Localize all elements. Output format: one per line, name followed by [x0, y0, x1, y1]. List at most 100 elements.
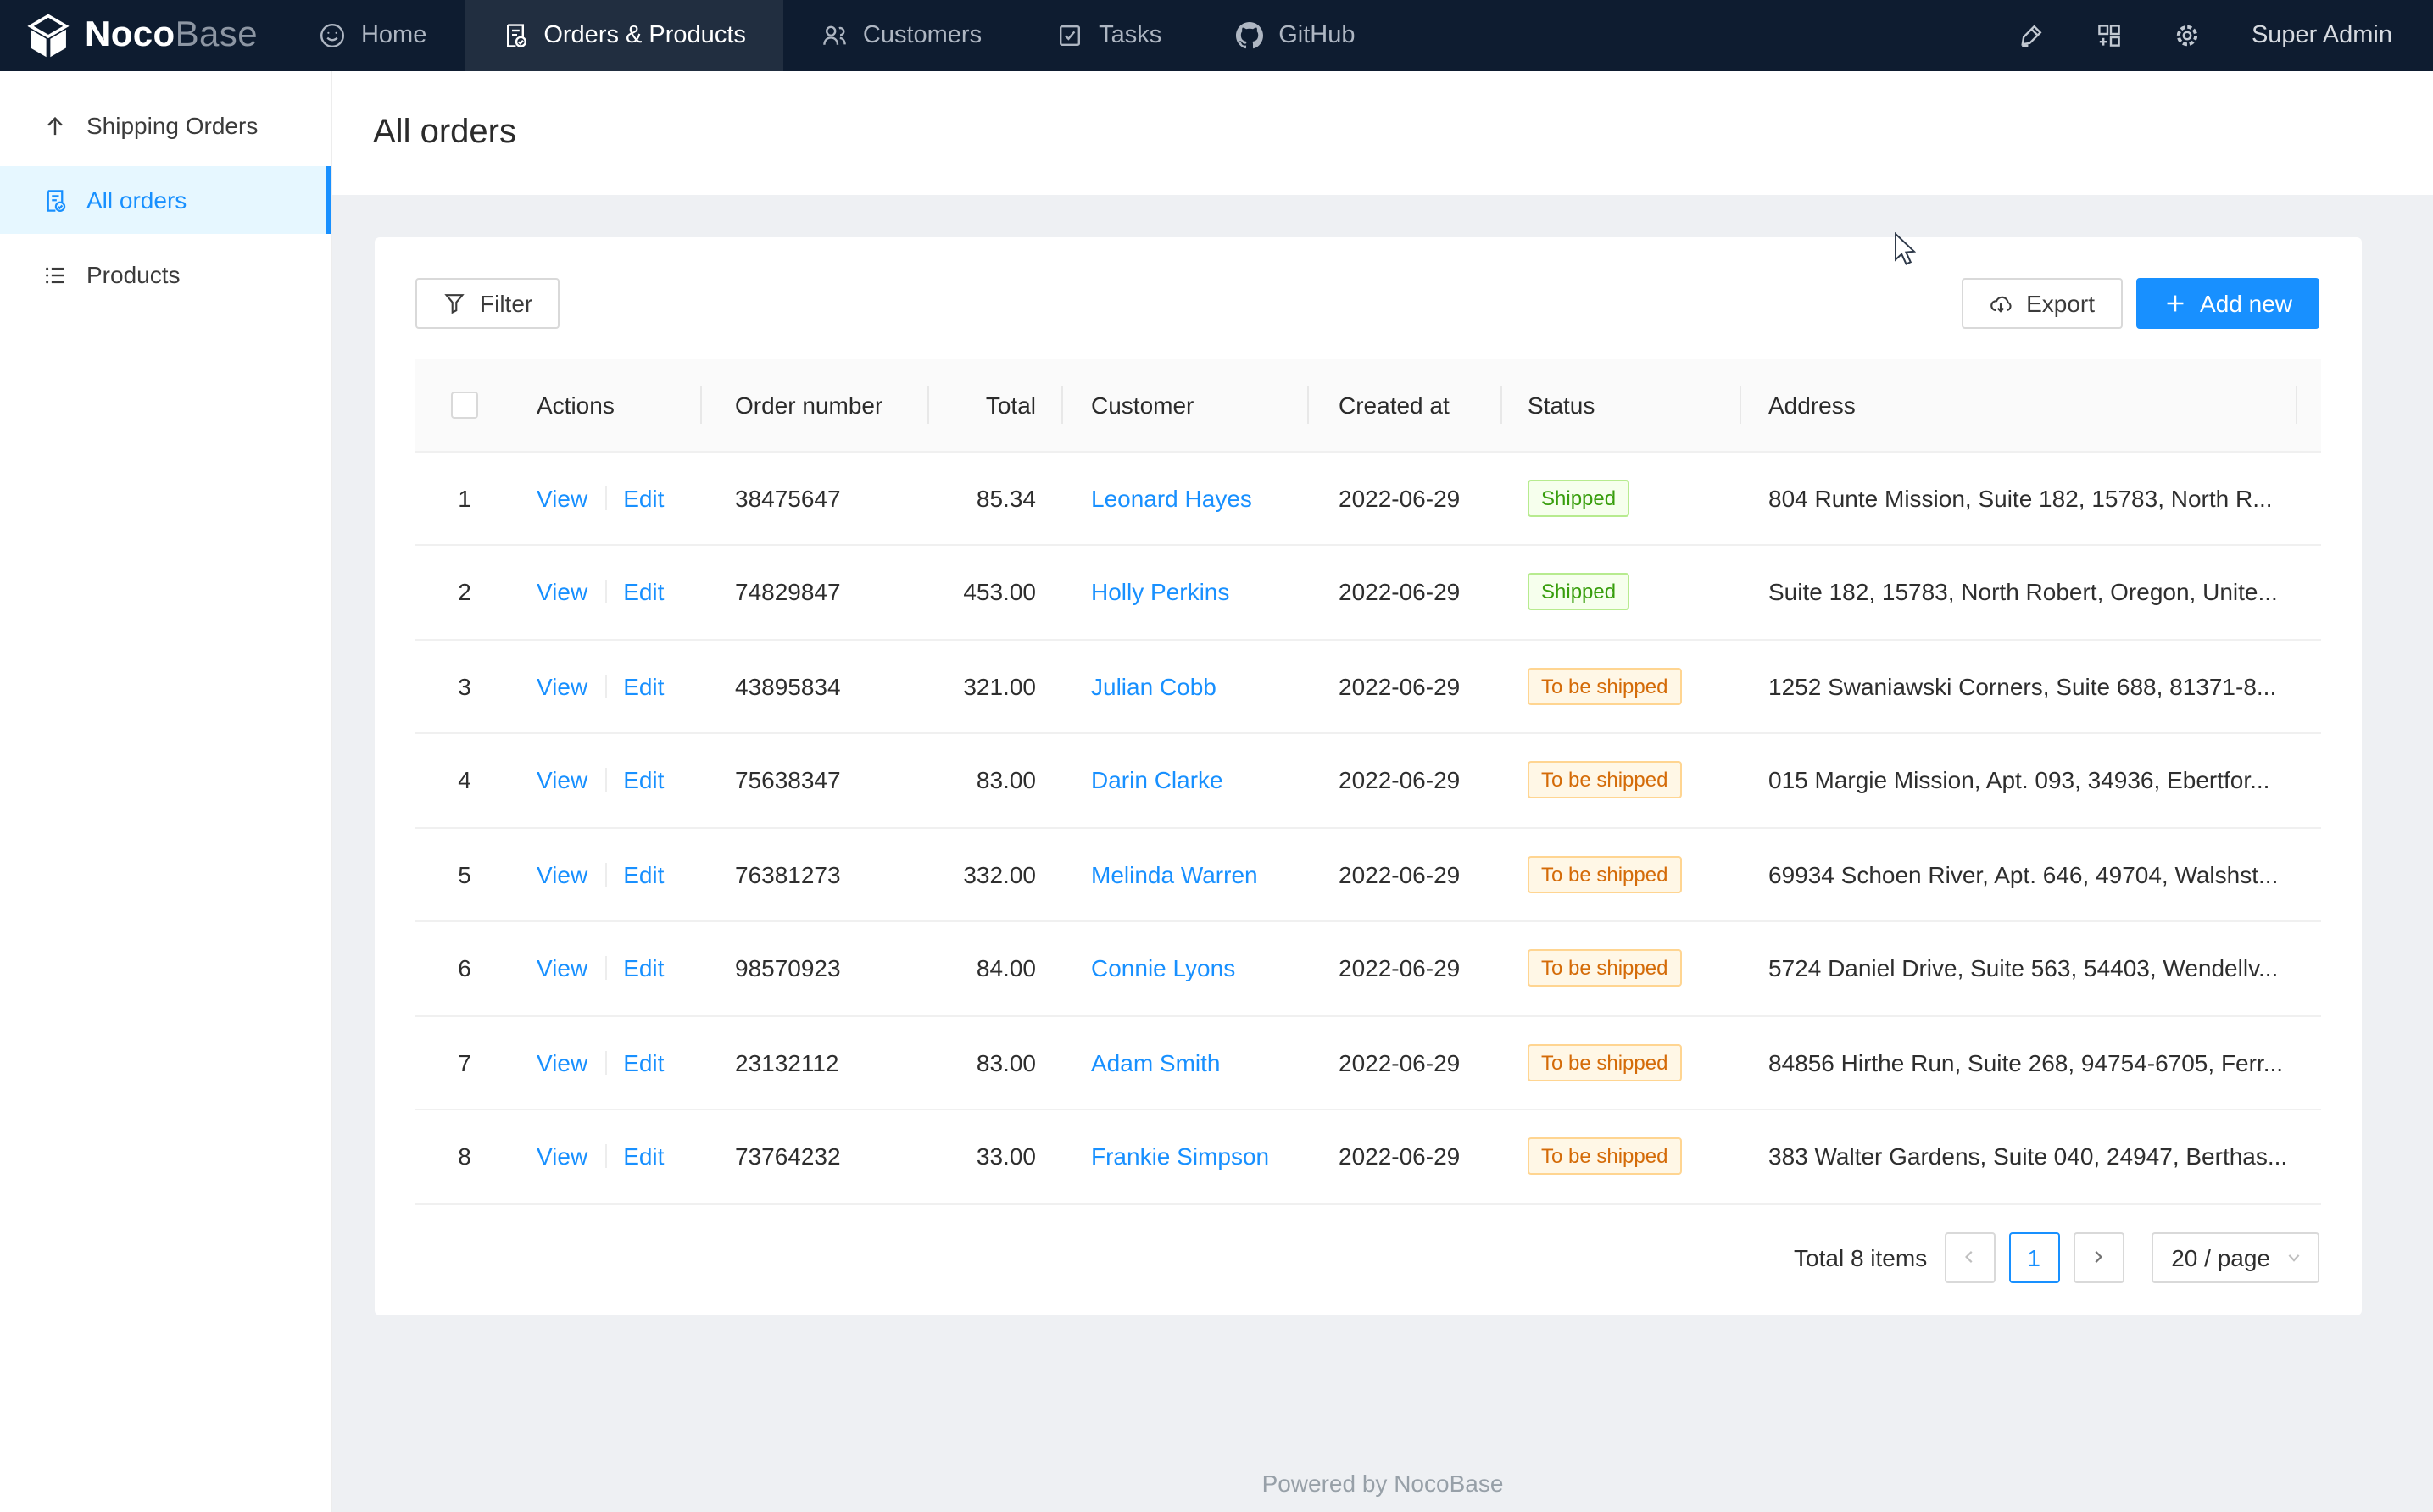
pagination-next-button[interactable] — [2073, 1231, 2124, 1282]
pagination-prev-button[interactable] — [1944, 1231, 1995, 1282]
order-document-icon — [501, 22, 528, 49]
created-at-value: 2022-06-29 — [1339, 767, 1460, 794]
row-index: 8 — [458, 1143, 471, 1170]
row-index-cell: 3 — [415, 640, 514, 732]
view-link[interactable]: View — [537, 1143, 587, 1170]
view-link[interactable]: View — [537, 861, 587, 888]
tab-label: Home — [361, 22, 426, 49]
edit-link[interactable]: Edit — [623, 579, 664, 606]
total-cell: 332.00 — [929, 828, 1062, 920]
status-cell: To be shipped — [1501, 1110, 1741, 1203]
toolbar-right-buttons: Export Add new — [1962, 278, 2319, 329]
nav-tabs: Home Orders & Products Customers — [281, 0, 1393, 71]
total-cell: 84.00 — [929, 922, 1062, 1014]
table-row: 4 View Edit 75638347 83.00 Darin Clarke … — [415, 734, 2320, 828]
chevron-right-icon — [2089, 1248, 2107, 1266]
view-link[interactable]: View — [537, 673, 587, 700]
filler-cell — [2297, 452, 2320, 544]
tab-customers[interactable]: Customers — [783, 0, 1019, 71]
settings-gear-icon[interactable] — [2174, 22, 2201, 49]
edit-link[interactable]: Edit — [623, 861, 664, 888]
total-cell: 453.00 — [929, 546, 1062, 638]
row-index: 3 — [458, 673, 471, 700]
address-cell: 69934 Schoen River, Apt. 646, 49704, Wal… — [1741, 828, 2297, 920]
customer-link[interactable]: Adam Smith — [1091, 1049, 1221, 1076]
status-badge: To be shipped — [1528, 762, 1681, 799]
tab-label: Orders & Products — [543, 22, 746, 49]
address-value: 1252 Swaniawski Corners, Suite 688, 8137… — [1768, 673, 2276, 700]
filler-cell — [2297, 546, 2320, 638]
edit-link[interactable]: Edit — [623, 1143, 664, 1170]
select-all-checkbox[interactable] — [451, 391, 478, 418]
status-badge: To be shipped — [1528, 950, 1681, 987]
tab-orders-products[interactable]: Orders & Products — [464, 0, 783, 71]
tab-tasks[interactable]: Tasks — [1019, 0, 1199, 71]
address-cell: 1252 Swaniawski Corners, Suite 688, 8137… — [1741, 640, 2297, 732]
add-new-button[interactable]: Add new — [2135, 278, 2319, 329]
page-size-select[interactable]: 20 / page — [2151, 1231, 2319, 1282]
smile-icon — [319, 22, 346, 49]
order-number: 23132112 — [735, 1049, 839, 1076]
status-badge: To be shipped — [1528, 856, 1681, 893]
address-cell: 015 Margie Mission, Apt. 093, 34936, Ebe… — [1741, 734, 2297, 826]
status-cell: To be shipped — [1501, 1016, 1741, 1109]
order-number-cell: 75638347 — [702, 734, 929, 826]
order-number: 43895834 — [735, 673, 841, 700]
sidebar-item-label: Shipping Orders — [86, 112, 258, 139]
total-cell: 83.00 — [929, 1016, 1062, 1109]
tab-home[interactable]: Home — [281, 0, 464, 71]
edit-link[interactable]: Edit — [623, 955, 664, 982]
row-actions-cell: View Edit — [514, 1016, 702, 1109]
customer-link[interactable]: Leonard Hayes — [1091, 485, 1252, 512]
customer-link[interactable]: Connie Lyons — [1091, 955, 1235, 982]
filter-button[interactable]: Filter — [415, 278, 560, 329]
row-index-cell: 1 — [415, 452, 514, 544]
sidebar-item-all-orders[interactable]: All orders — [0, 166, 331, 234]
created-at-cell: 2022-06-29 — [1309, 640, 1501, 732]
edit-link[interactable]: Edit — [623, 1049, 664, 1076]
table-row: 8 View Edit 73764232 33.00 Frankie Simps… — [415, 1110, 2320, 1204]
row-actions-cell: View Edit — [514, 922, 702, 1014]
plugin-blocks-icon[interactable] — [2096, 22, 2123, 49]
view-link[interactable]: View — [537, 955, 587, 982]
view-link[interactable]: View — [537, 579, 587, 606]
customer-link[interactable]: Holly Perkins — [1091, 579, 1229, 606]
total-cell: 321.00 — [929, 640, 1062, 732]
address-value: 69934 Schoen River, Apt. 646, 49704, Wal… — [1768, 861, 2278, 888]
sidebar-item-products[interactable]: Products — [0, 241, 331, 309]
export-button[interactable]: Export — [1962, 278, 2122, 329]
edit-link[interactable]: Edit — [623, 767, 664, 794]
created-at-cell: 2022-06-29 — [1309, 546, 1501, 638]
filler-cell — [2297, 828, 2320, 920]
row-index-cell: 4 — [415, 734, 514, 826]
customer-cell: Holly Perkins — [1062, 546, 1309, 638]
total-value: 321.00 — [963, 673, 1036, 700]
customer-link[interactable]: Julian Cobb — [1091, 673, 1216, 700]
view-link[interactable]: View — [537, 767, 587, 794]
tab-github[interactable]: GitHub — [1199, 0, 1392, 71]
pagination-page-1[interactable]: 1 — [2008, 1231, 2059, 1282]
customer-link[interactable]: Melinda Warren — [1091, 861, 1258, 888]
order-number-cell: 73764232 — [702, 1110, 929, 1203]
created-at-cell: 2022-06-29 — [1309, 452, 1501, 544]
edit-link[interactable]: Edit — [623, 673, 664, 700]
sidebar-item-shipping-orders[interactable]: Shipping Orders — [0, 92, 331, 159]
edit-link[interactable]: Edit — [623, 485, 664, 512]
customer-cell: Leonard Hayes — [1062, 452, 1309, 544]
order-document-icon — [42, 187, 68, 213]
user-menu[interactable]: Super Admin — [2252, 22, 2392, 49]
filter-button-label: Filter — [480, 290, 532, 317]
status-cell: To be shipped — [1501, 734, 1741, 826]
address-cell: Suite 182, 15783, North Robert, Oregon, … — [1741, 546, 2297, 638]
nocobase-logo[interactable]: NocoBase — [0, 0, 281, 71]
ui-editor-pen-icon[interactable] — [2018, 22, 2045, 49]
view-link[interactable]: View — [537, 1049, 587, 1076]
customer-cell: Adam Smith — [1062, 1016, 1309, 1109]
customer-link[interactable]: Frankie Simpson — [1091, 1143, 1269, 1170]
team-icon — [821, 22, 848, 49]
customer-link[interactable]: Darin Clarke — [1091, 767, 1223, 794]
sidebar: Shipping Orders All orders — [0, 71, 332, 1512]
row-index: 6 — [458, 955, 471, 982]
status-cell: Shipped — [1501, 546, 1741, 638]
view-link[interactable]: View — [537, 485, 587, 512]
